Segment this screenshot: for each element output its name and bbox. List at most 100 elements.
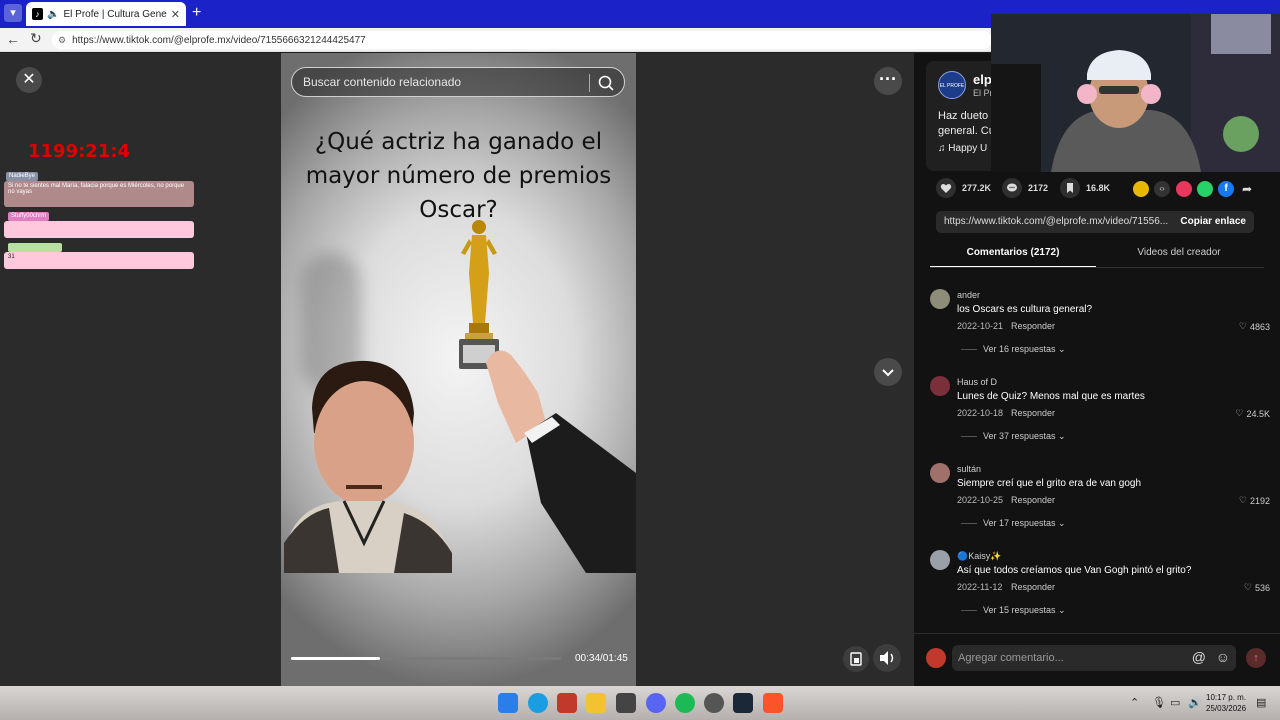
volume-tray-icon[interactable]: 🔊 — [1188, 696, 1202, 709]
steam-icon[interactable] — [733, 693, 753, 713]
chevron-down-icon: ⌄ — [1055, 344, 1066, 354]
post-comment-button[interactable]: ↑ — [1246, 648, 1266, 668]
heart-outline-icon: ♡ — [1235, 408, 1244, 418]
reload-icon[interactable]: ↻ — [30, 30, 42, 47]
brave-icon[interactable] — [763, 693, 783, 713]
author-handle[interactable]: elp — [973, 72, 992, 87]
microphone-icon[interactable]: 🎙 — [1152, 696, 1166, 709]
replies-divider — [961, 349, 977, 350]
screen: ▾ ♪ 🔈 El Profe | Cultura General (@e ✕ +… — [0, 0, 1280, 720]
comment-input[interactable]: Agregar comentario... @ ☺ — [952, 645, 1236, 671]
search-icon[interactable] — [596, 73, 616, 93]
commenter-name[interactable]: 🔵Kaisy✨ — [957, 551, 1001, 562]
whatsapp-icon[interactable] — [1197, 181, 1213, 197]
commenter-avatar[interactable] — [930, 376, 950, 396]
tab-menu-icon[interactable]: ▾ — [4, 4, 22, 22]
browser-tab[interactable]: ♪ 🔈 El Profe | Cultura General (@e ✕ — [26, 2, 186, 26]
app-icon[interactable] — [557, 693, 577, 713]
clock-app-icon[interactable] — [704, 693, 724, 713]
start-icon[interactable] — [498, 693, 518, 713]
facebook-icon[interactable]: f — [1218, 181, 1234, 197]
discord-icon[interactable] — [646, 693, 666, 713]
volume-button[interactable] — [873, 644, 901, 672]
comment-like-button[interactable]: ♡ 24.5K — [1235, 408, 1270, 419]
tiktok-favicon-icon: ♪ — [32, 8, 44, 20]
embed-code-icon[interactable]: ‹› — [1154, 181, 1170, 197]
commenter-name[interactable]: sultán — [957, 464, 981, 474]
chevron-down-icon: ⌄ — [1055, 605, 1066, 615]
tab-comments[interactable]: Comentarios (2172) — [930, 247, 1096, 268]
replies-divider — [961, 436, 977, 437]
url-field[interactable]: ⚙ https://www.tiktok.com/@elprofe.mx/vid… — [52, 31, 992, 49]
tab-creator-videos[interactable]: Videos del creador — [1096, 247, 1262, 266]
obs-icon[interactable] — [616, 693, 636, 713]
chevron-down-icon: ⌄ — [1055, 431, 1066, 441]
video-progress-bar[interactable] — [291, 657, 561, 660]
site-info-icon[interactable]: ⚙ — [58, 35, 66, 46]
mention-icon[interactable]: @ — [1192, 649, 1206, 665]
comment-stat[interactable]: 2172 — [1002, 178, 1048, 198]
network-icon[interactable]: ▭ — [1170, 696, 1180, 709]
notifications-icon[interactable]: ▤ — [1256, 696, 1266, 709]
comment-item: Haus of D Lunes de Quiz? Menos mal que es… — [930, 376, 1270, 456]
clock-date: 25/03/2026 — [1206, 704, 1247, 713]
video-player[interactable]: Buscar contenido relacionado ¿Qué actriz… — [281, 53, 636, 686]
share-arrow-icon[interactable]: ➦ — [1239, 181, 1255, 197]
comment-like-button[interactable]: ♡ 4863 — [1239, 321, 1270, 332]
music-note-icon: ♫ — [938, 143, 949, 154]
view-replies-button[interactable]: Ver 16 respuestas ⌄ — [983, 344, 1066, 355]
view-replies-button[interactable]: Ver 17 respuestas ⌄ — [983, 518, 1066, 529]
comment-text: Así que todos creíamos que Van Gogh pint… — [957, 565, 1192, 576]
replies-divider — [961, 610, 977, 611]
send-icon[interactable] — [1176, 181, 1192, 197]
comment-like-button[interactable]: ♡ 2192 — [1239, 495, 1270, 506]
user-avatar[interactable] — [926, 648, 946, 668]
commenter-avatar[interactable] — [930, 463, 950, 483]
clock-time: 10:17 p. m. — [1206, 693, 1247, 702]
view-replies-label: Ver 17 respuestas — [983, 518, 1056, 528]
emoji-icon[interactable]: ☺ — [1216, 649, 1230, 665]
edge-icon[interactable] — [528, 693, 548, 713]
view-replies-button[interactable]: Ver 15 respuestas ⌄ — [983, 605, 1066, 616]
chat-username: Stuffy00chrm — [8, 212, 50, 221]
speaker-icon[interactable]: 🔈 — [47, 9, 59, 20]
chat-message — [4, 221, 194, 238]
commenter-avatar[interactable] — [930, 550, 950, 570]
like-stat[interactable]: 277.2K — [936, 178, 991, 198]
save-stat[interactable]: 16.8K — [1060, 178, 1110, 198]
copy-link-button[interactable]: Copiar enlace — [1180, 216, 1246, 227]
close-tab-icon[interactable]: ✕ — [171, 8, 180, 21]
commenter-name[interactable]: Haus of D — [957, 377, 997, 387]
comment-text: Siempre creí que el grito era de van gog… — [957, 478, 1141, 489]
close-video-button[interactable]: ✕ — [16, 67, 42, 93]
author-avatar[interactable]: EL PROFE — [938, 71, 966, 99]
presenter-photo — [284, 360, 452, 573]
file-explorer-icon[interactable] — [586, 693, 606, 713]
comment-date: 2022-10-21 — [957, 321, 1004, 331]
comment-item: sultán Siempre creí que el grito era de v… — [930, 463, 1270, 543]
reply-button[interactable]: Responder — [1011, 408, 1055, 418]
music-link[interactable]: ♫ Happy U — [938, 143, 987, 154]
commenter-avatar[interactable] — [930, 289, 950, 309]
reply-button[interactable]: Responder — [1011, 495, 1055, 505]
picture-in-picture-button[interactable] — [843, 646, 869, 672]
comment-like-count: 2192 — [1249, 495, 1270, 506]
spotify-icon[interactable] — [675, 693, 695, 713]
video-time: 00:34/01:45 — [575, 653, 628, 664]
commenter-name[interactable]: ander — [957, 290, 980, 300]
reply-button[interactable]: Responder — [1011, 582, 1055, 592]
chat-username — [8, 243, 62, 252]
more-options-button[interactable]: ··· — [874, 67, 902, 95]
view-replies-button[interactable]: Ver 37 respuestas ⌄ — [983, 431, 1066, 442]
share-friends-icon[interactable] — [1133, 181, 1149, 197]
comment-like-button[interactable]: ♡ 536 — [1244, 582, 1270, 593]
next-video-button[interactable] — [874, 358, 902, 386]
related-search-input[interactable]: Buscar contenido relacionado — [291, 67, 625, 97]
reply-button[interactable]: Responder — [1011, 321, 1055, 331]
tray-clock[interactable]: 10:17 p. m. 25/03/2026 — [1206, 692, 1246, 714]
search-placeholder: Buscar contenido relacionado — [303, 75, 462, 89]
comment-like-count: 24.5K — [1246, 408, 1270, 419]
tray-expand-icon[interactable]: ⌃ — [1130, 696, 1139, 709]
new-tab-icon[interactable]: + — [192, 4, 201, 22]
back-icon[interactable]: ← — [6, 31, 20, 47]
